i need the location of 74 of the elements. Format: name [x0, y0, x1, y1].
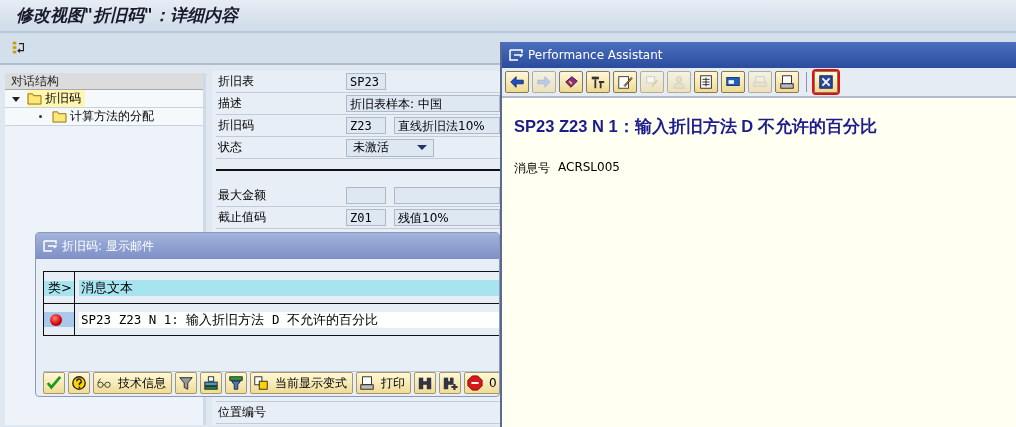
layout-icon — [203, 375, 219, 391]
input-field[interactable]: Z23 — [346, 117, 386, 134]
printer-icon — [359, 375, 375, 391]
folder-icon — [52, 110, 67, 123]
close-icon — [818, 74, 834, 90]
doc-button[interactable] — [694, 71, 718, 93]
dialog-title: 折旧码: 显示邮件 — [62, 237, 154, 255]
filter-icon — [178, 375, 194, 391]
input-field[interactable]: 折旧表样本: 中国 — [346, 95, 500, 112]
glasses-button[interactable]: 技术信息 — [93, 372, 172, 394]
tools-button[interactable] — [586, 71, 610, 93]
close-button[interactable] — [814, 71, 838, 93]
edit-button[interactable] — [613, 71, 637, 93]
stop-button[interactable]: 0 — [464, 372, 499, 394]
stop-sign-icon — [467, 375, 483, 391]
message-number: ACRSL005 — [558, 160, 620, 176]
print-button[interactable] — [775, 71, 799, 93]
book-icon — [563, 74, 579, 90]
check-button[interactable] — [43, 372, 65, 394]
window-button[interactable] — [721, 71, 745, 93]
tree-header: 对话结构 — [5, 73, 203, 90]
field-label: 截止值码 — [217, 209, 267, 226]
tree-item[interactable]: 折旧码 — [27, 90, 85, 107]
filter-button[interactable] — [175, 372, 197, 394]
back-button[interactable] — [505, 71, 529, 93]
variant-button[interactable]: 当前显示变式 — [250, 372, 353, 394]
person-icon — [671, 74, 687, 90]
note-icon — [644, 74, 660, 90]
print-button[interactable]: 打印 — [356, 372, 411, 394]
hierarchy-icon — [11, 40, 27, 56]
field-label: 折旧表 — [217, 73, 255, 90]
column-header[interactable]: 消息文本 — [79, 279, 499, 296]
printer-icon — [779, 74, 795, 90]
input-field[interactable]: 直线折旧法10% — [394, 117, 500, 134]
folder-icon — [27, 92, 42, 105]
binoculars-icon — [442, 375, 458, 391]
left-arrow-icon — [509, 74, 525, 90]
input-field[interactable]: 残值10% — [394, 209, 500, 226]
tools-icon — [590, 74, 606, 90]
book-button[interactable] — [559, 71, 583, 93]
layout-icon — [253, 375, 269, 391]
message-label: 消息号 — [514, 160, 550, 177]
binoculars-icon — [417, 375, 433, 391]
field-label: 描述 — [217, 95, 243, 112]
find-button[interactable] — [414, 372, 436, 394]
filter-icon — [228, 375, 244, 391]
pencil-icon — [617, 74, 633, 90]
sort-button[interactable] — [200, 372, 222, 394]
input-field[interactable]: Z01 — [346, 209, 386, 226]
help-heading: SP23 Z23 N 1：输入折旧方法 D 不允许的百分比 — [514, 116, 878, 137]
field-label: 状态 — [217, 139, 243, 156]
table-cell: SP23 Z23 N 1: 输入折旧方法 D 不允许的百分比 — [79, 311, 499, 328]
printer-icon — [752, 74, 768, 90]
input-field[interactable] — [346, 187, 386, 204]
assistant-title: Performance Assistant — [528, 48, 663, 62]
field-label: 最大金额 — [217, 187, 267, 204]
window-title: 修改视图"折旧码"：详细内容 — [16, 4, 238, 27]
checkmark-icon — [46, 375, 62, 391]
bullet-icon — [39, 115, 42, 118]
dropdown-arrow-icon — [417, 145, 427, 150]
question-icon — [71, 375, 87, 391]
help-button[interactable] — [68, 372, 90, 394]
input-field[interactable] — [394, 187, 500, 204]
findnext-button[interactable] — [439, 372, 461, 394]
filter2-button[interactable] — [225, 372, 247, 394]
field-label: 位置编号 — [217, 404, 267, 421]
column-header[interactable]: 类> — [44, 272, 75, 303]
window-icon — [43, 240, 57, 252]
field-label: 折旧码 — [217, 117, 255, 134]
input-field[interactable]: SP23 — [346, 73, 386, 90]
window-icon — [509, 49, 523, 61]
right-arrow-icon — [536, 74, 552, 90]
status-dropdown[interactable]: 未激活 — [346, 138, 434, 157]
table-icon — [698, 74, 714, 90]
